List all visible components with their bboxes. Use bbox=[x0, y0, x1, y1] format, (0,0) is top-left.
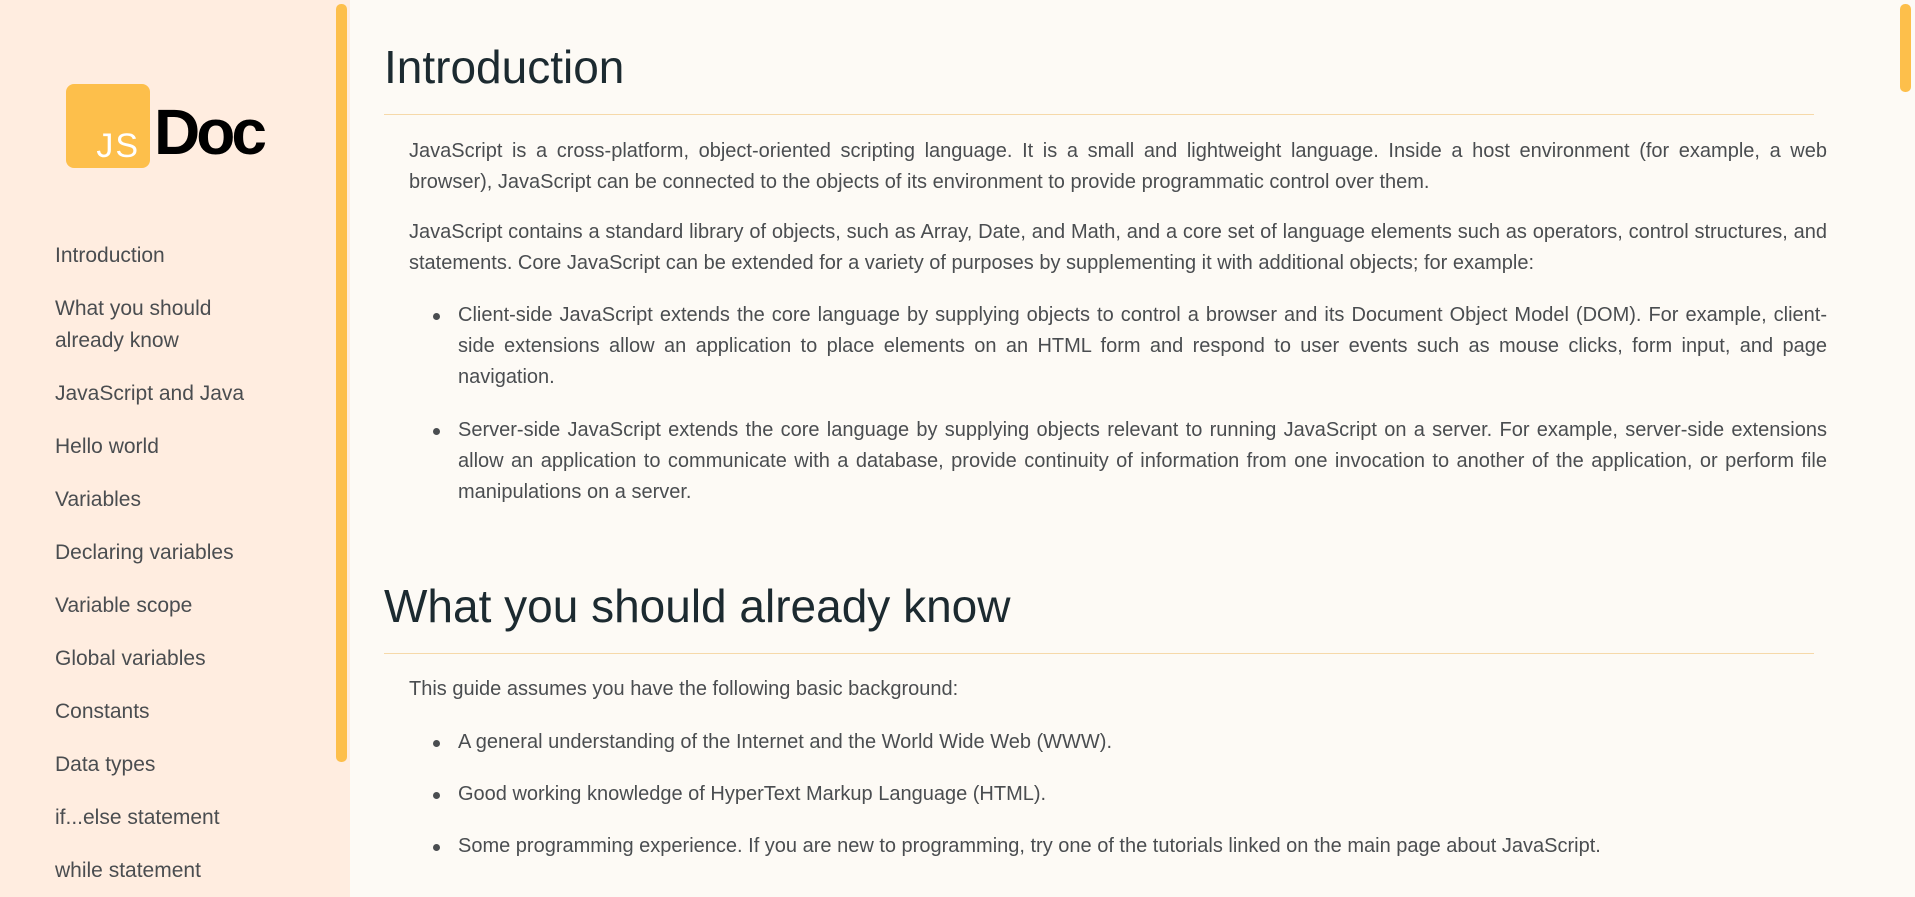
sidebar-item-constants[interactable]: Constants bbox=[55, 696, 295, 728]
section-title-what-you-should-already-know: What you should already know bbox=[384, 580, 1011, 632]
sidebar-item-what-you-should-already-know[interactable]: What you should already know bbox=[55, 293, 245, 357]
list-item: Good working knowledge of HyperText Mark… bbox=[409, 779, 1827, 810]
sidebar-item-introduction[interactable]: Introduction bbox=[55, 240, 295, 272]
know-bullet-list: A general understanding of the Internet … bbox=[409, 727, 1827, 862]
intro-bullet-list: Client-side JavaScript extends the core … bbox=[409, 300, 1827, 508]
logo-word: Doc bbox=[154, 96, 267, 168]
section-title-introduction: Introduction bbox=[384, 41, 625, 93]
section-divider bbox=[384, 114, 1814, 115]
sidebar-item-global-variables[interactable]: Global variables bbox=[55, 643, 295, 675]
sidebar-scrollbar[interactable] bbox=[336, 4, 347, 762]
section-divider bbox=[384, 653, 1814, 654]
sidebar-item-data-types[interactable]: Data types bbox=[55, 749, 295, 781]
logo-badge: JS bbox=[66, 84, 150, 168]
list-item: Server-side JavaScript extends the core … bbox=[409, 415, 1827, 508]
sidebar-item-while-statement[interactable]: while statement bbox=[55, 855, 295, 887]
sidebar-item-javascript-and-java[interactable]: JavaScript and Java bbox=[55, 378, 295, 410]
intro-paragraph-2: JavaScript contains a standard library o… bbox=[409, 221, 1827, 274]
main-scrollbar-track bbox=[1900, 0, 1915, 897]
sidebar-item-variables[interactable]: Variables bbox=[55, 484, 295, 516]
list-item: A general understanding of the Internet … bbox=[409, 727, 1827, 758]
sidebar-item-if-else-statement[interactable]: if...else statement bbox=[55, 802, 295, 834]
main-scrollbar[interactable] bbox=[1900, 4, 1911, 92]
app-window: JS Doc Introduction What you should alre… bbox=[0, 0, 1915, 897]
list-item: Some programming experience. If you are … bbox=[409, 831, 1827, 862]
sidebar-item-hello-world[interactable]: Hello world bbox=[55, 431, 295, 463]
list-item: Client-side JavaScript extends the core … bbox=[409, 300, 1827, 393]
know-paragraph-1: This guide assumes you have the followin… bbox=[409, 678, 959, 700]
jsdoc-logo[interactable]: JS Doc bbox=[66, 84, 267, 168]
main-content: Introduction JavaScript is a cross-platf… bbox=[350, 0, 1900, 897]
intro-paragraph-1: JavaScript is a cross-platform, object-o… bbox=[409, 140, 1827, 193]
logo-badge-text: JS bbox=[96, 127, 140, 165]
sidebar-item-declaring-variables[interactable]: Declaring variables bbox=[55, 537, 295, 569]
sidebar: JS Doc Introduction What you should alre… bbox=[0, 0, 350, 897]
sidebar-item-variable-scope[interactable]: Variable scope bbox=[55, 590, 295, 622]
sidebar-nav: Introduction What you should already kno… bbox=[55, 240, 295, 897]
